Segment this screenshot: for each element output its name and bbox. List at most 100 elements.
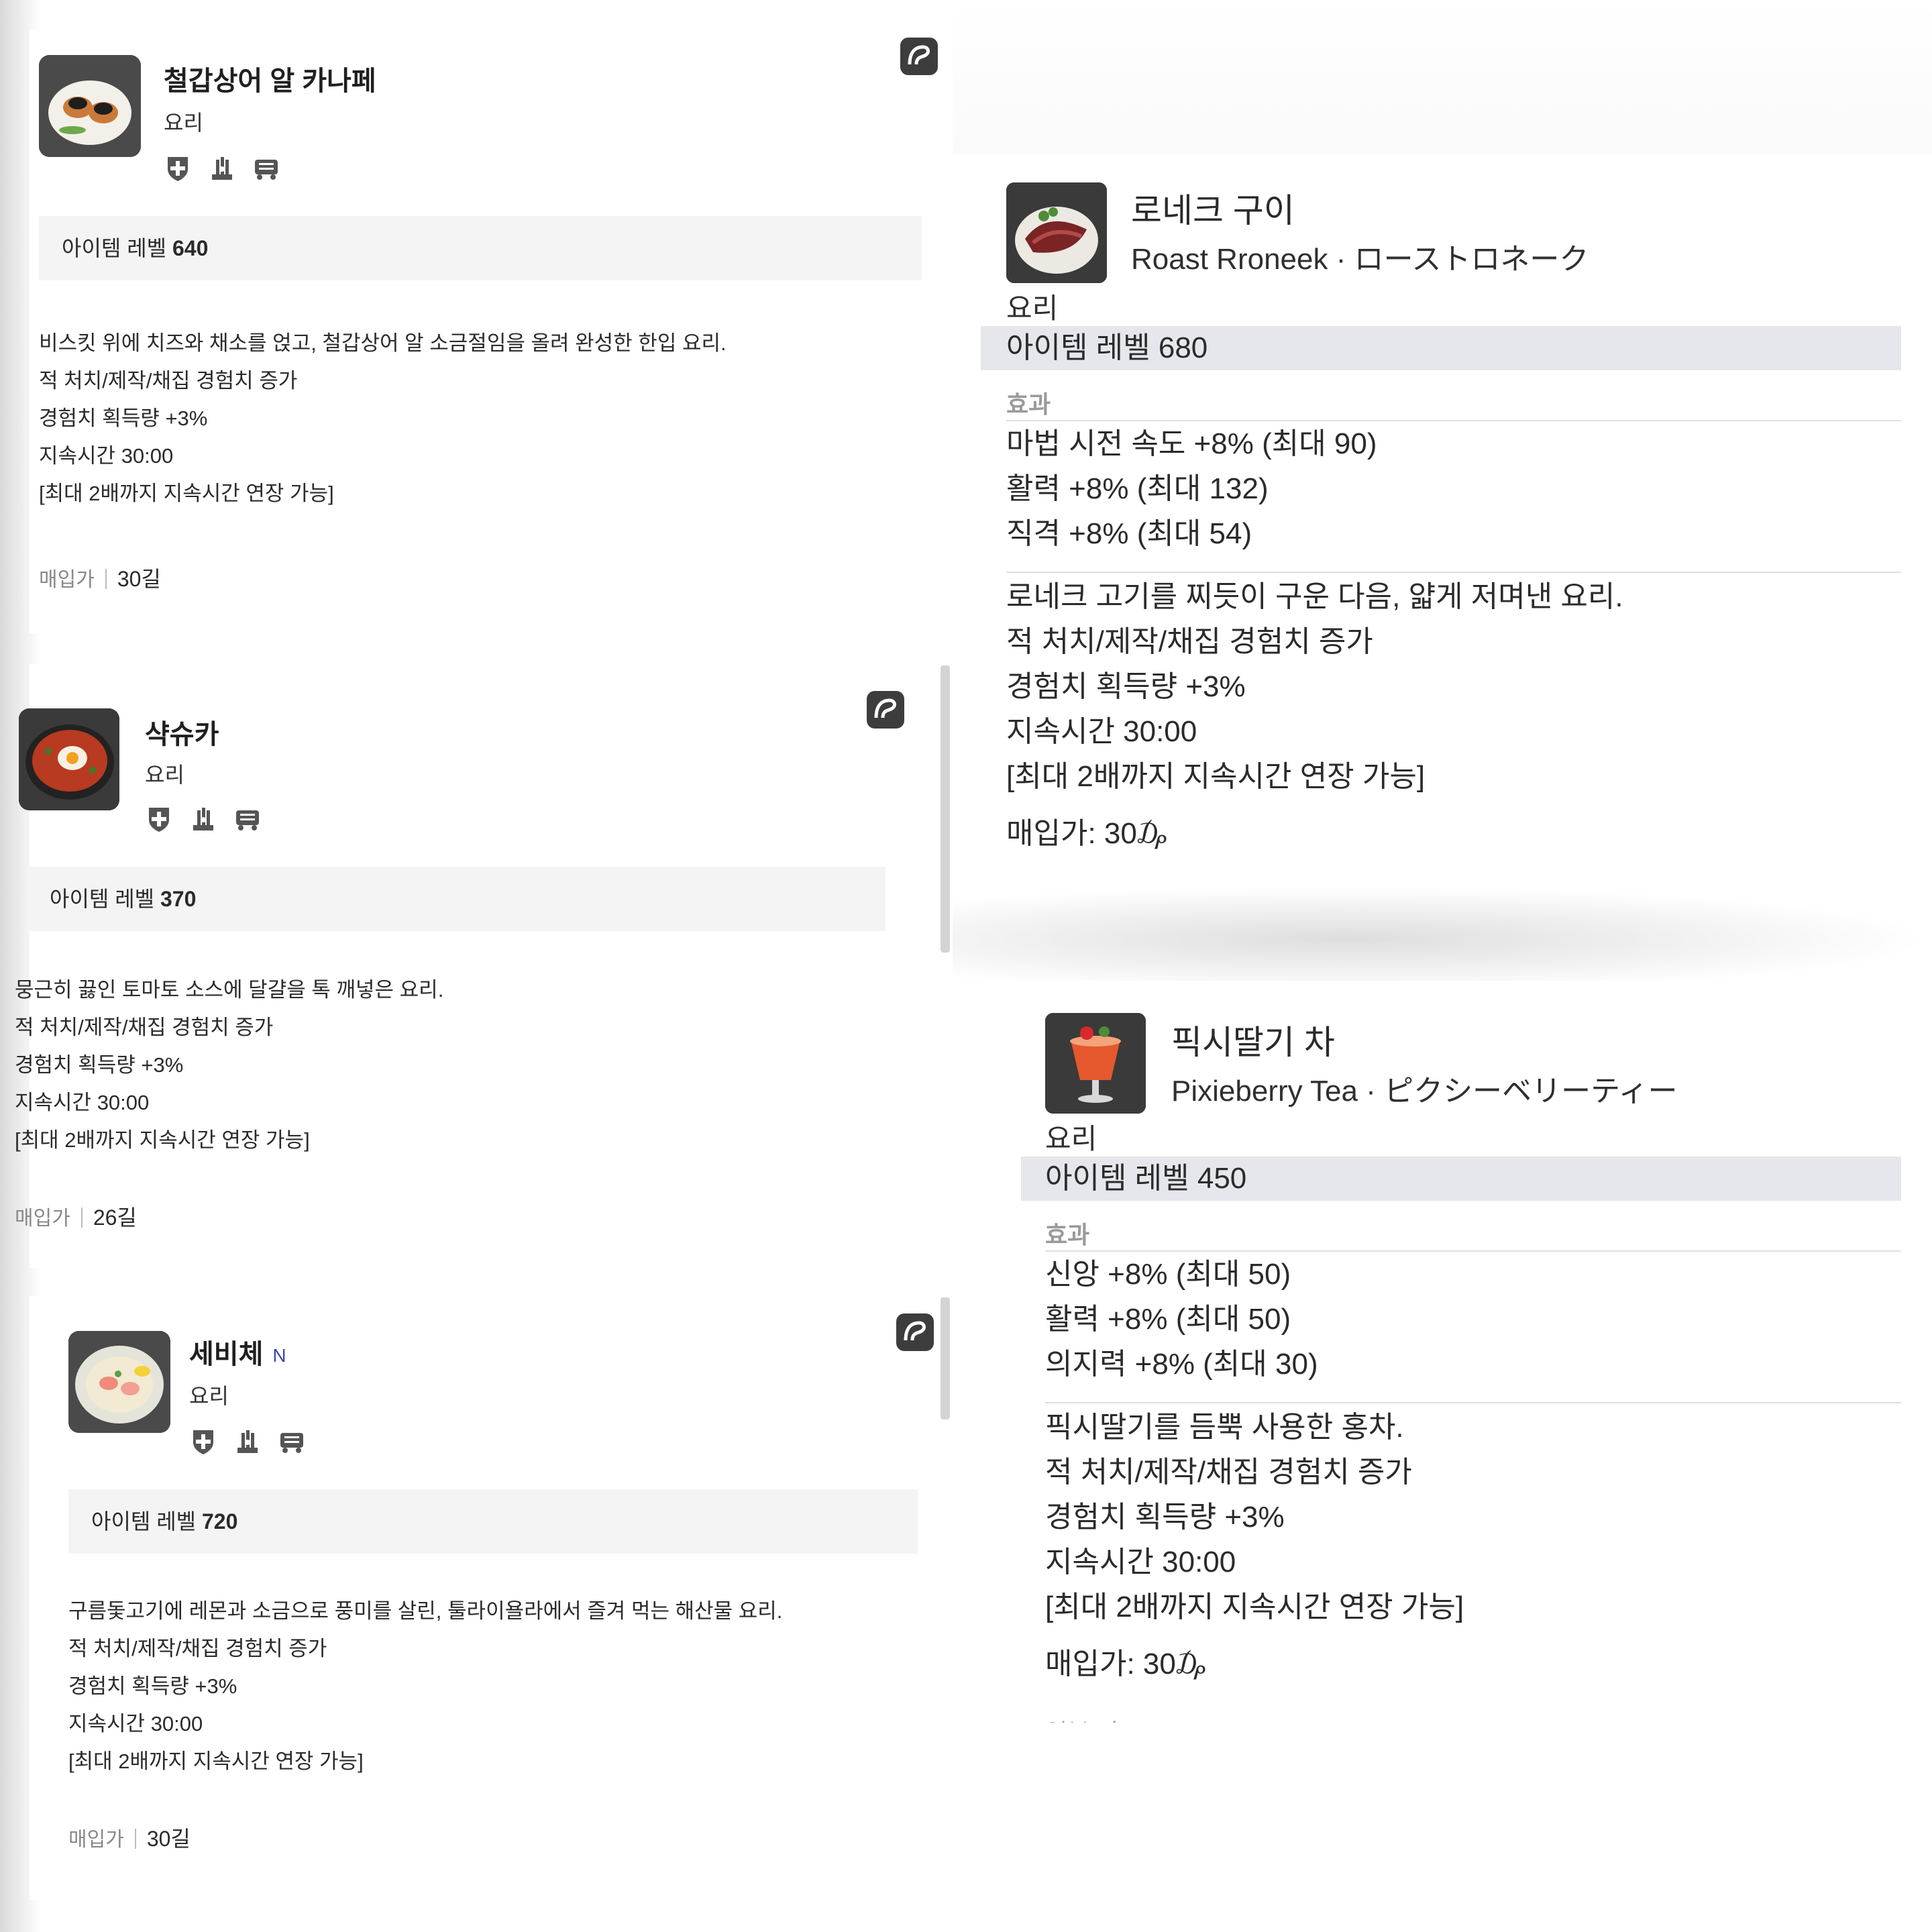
sell-price-label: 매입가 (39, 569, 95, 591)
sell-price: 매입가 30길 (68, 1822, 191, 1853)
crafter-hand-icon (233, 1428, 262, 1456)
item-thumbnail (1006, 182, 1107, 283)
effects-heading: 효과 (1045, 1221, 1090, 1248)
new-badge: N (272, 1345, 286, 1366)
description-line: [최대 2배까지 지속시간 연장 가능] (39, 482, 334, 505)
shield-plus-icon (189, 1428, 217, 1456)
item-level-value: 640 (172, 236, 209, 260)
sell-price: 매입가: 30₯ (1006, 817, 1167, 850)
job-icons (189, 1428, 306, 1456)
sell-price: 매입가 30길 (39, 562, 161, 593)
item-level: 아이템 레벨 680 (1006, 331, 1208, 364)
wiki-logo-icon[interactable] (896, 1313, 934, 1351)
item-card-shakshouka: 샥슈카 요리 아이템 레벨 370 뭉근히 끓인 토마토 소스에 달걀을 톡 깨… (15, 664, 950, 1268)
item-subtitle: Roast Rroneek · ローストロネーク (1131, 243, 1589, 276)
sell-price: 매입가 26길 (15, 1201, 137, 1232)
sell-price-value: 30길 (146, 1827, 191, 1851)
item-level-bar: 아이템 레벨 680 (981, 326, 1901, 370)
item-description: 뭉근히 끓인 토마토 소스에 달걀을 톡 깨넣은 요리. 적 처치/제작/채집 … (15, 971, 443, 1159)
description-line: 적 처치/제작/채집 경험치 증가 (15, 1016, 274, 1039)
item-level-value: 720 (201, 1509, 238, 1534)
description-line: 지속시간 30:00 (68, 1712, 203, 1735)
gatherer-cart-icon (233, 805, 262, 833)
roast-rroneek-image (1006, 182, 1107, 283)
sell-price: 매입가: 30₯ (1045, 1648, 1205, 1680)
item-thumbnail (68, 1331, 170, 1433)
description-line: [최대 2배까지 지속시간 연장 가능] (68, 1750, 364, 1773)
item-subtitle: Pixieberry Tea · ピクシーベリーティー (1171, 1075, 1678, 1108)
effect-line: 의지력 +8% (최대 30) (1045, 1348, 1318, 1381)
sell-price-value: 30길 (117, 567, 161, 591)
description-line: 구름돛고기에 레몬과 소금으로 풍미를 살린, 툴라이욜라에서 즐겨 먹는 해산… (68, 1599, 783, 1623)
item-name-text: 세비체 (189, 1340, 264, 1369)
effects-list: 마법 시전 속도 +8% (최대 90) 활력 +8% (최대 132) 직격 … (1006, 421, 1377, 556)
item-title: 픽시딸기 차 (1171, 1024, 1335, 1061)
cut-off-heading: 입부 키그 (1045, 1713, 1140, 1723)
item-thumbnail (39, 55, 141, 157)
description-line: 적 처치/제작/채집 경험치 증가 (68, 1637, 327, 1660)
shield-plus-icon (145, 805, 173, 833)
description-line: [최대 2배까지 지속시간 연장 가능] (1045, 1591, 1464, 1623)
background-shade (953, 885, 1932, 993)
gatherer-cart-icon (278, 1428, 306, 1456)
effect-line: 활력 +8% (최대 50) (1045, 1303, 1291, 1336)
item-level: 아이템 레벨 450 (1045, 1162, 1247, 1195)
gatherer-cart-icon (252, 154, 280, 182)
divider (134, 1829, 136, 1849)
background-shade (953, 0, 1932, 154)
effect-line: 신앙 +8% (최대 50) (1045, 1258, 1291, 1291)
shield-plus-icon (164, 154, 192, 182)
item-level-label: 아이템 레벨 (91, 1509, 197, 1534)
description-line: 경험치 획득량 +3% (1006, 670, 1246, 703)
effects-list: 신앙 +8% (최대 50) 활력 +8% (최대 50) 의지력 +8% (최… (1045, 1252, 1318, 1387)
scrollbar[interactable] (941, 665, 950, 953)
description-line: 적 처치/제작/채집 경험치 증가 (39, 369, 298, 392)
item-thumbnail (19, 708, 119, 810)
crafter-hand-icon (189, 805, 217, 833)
item-description: 로네크 고기를 찌듯이 구운 다음, 얇게 저며낸 요리. 적 처치/제작/채집… (1006, 574, 1623, 799)
item-card-ceviche: 세비체 N 요리 아이템 레벨 720 구름돛고기에 레몬과 소금으로 풍미를 살… (30, 1296, 950, 1900)
wiki-logo-icon[interactable] (900, 38, 938, 75)
shakshouka-image (19, 708, 119, 810)
item-level-bar: 아이템 레벨 640 (39, 216, 922, 280)
scrollbar[interactable] (941, 1297, 950, 1419)
item-category: 요리 (1045, 1123, 1097, 1155)
item-description: 픽시딸기를 듬뿍 사용한 홍차. 적 처치/제작/채집 경험치 증가 경험치 획… (1045, 1405, 1464, 1629)
divider (105, 569, 107, 589)
item-title: 로네크 구이 (1131, 192, 1295, 229)
description-line: [최대 2배까지 지속시간 연장 가능] (15, 1128, 310, 1152)
description-line: 적 처치/제작/채집 경험치 증가 (1006, 625, 1373, 658)
item-category: 요리 (145, 763, 184, 787)
sell-price-label: 매입가 (15, 1208, 70, 1230)
item-level-bar: 아이템 레벨 370 (27, 867, 885, 931)
divider (1006, 572, 1901, 573)
item-level-bar: 아이템 레벨 720 (68, 1489, 918, 1554)
effects-heading: 효과 (1006, 390, 1051, 418)
item-name: 세비체 N (189, 1332, 286, 1371)
item-description: 비스킷 위에 치즈와 채소를 얹고, 철갑상어 알 소금절임을 올려 완성한 한… (39, 325, 727, 513)
sell-price-value: 26길 (93, 1205, 137, 1230)
item-level-label: 아이템 레벨 (50, 887, 155, 911)
divider (80, 1208, 83, 1228)
description-line: 경험치 획득량 +3% (1045, 1501, 1285, 1534)
item-level-bar: 아이템 레벨 450 (1021, 1157, 1901, 1201)
description-line: 뭉근히 끓인 토마토 소스에 달걀을 톡 깨넣은 요리. (15, 978, 444, 1002)
sell-price-label: 매입가 (68, 1829, 124, 1851)
effect-line: 직격 +8% (최대 54) (1006, 517, 1252, 550)
item-name: 샥슈카 (145, 720, 219, 749)
description-line: 경험치 획득량 +3% (39, 407, 208, 430)
ceviche-image (68, 1331, 170, 1433)
job-icons (164, 154, 280, 182)
item-category: 요리 (189, 1384, 229, 1408)
description-line: 경험치 획득량 +3% (68, 1674, 237, 1698)
item-description: 구름돛고기에 레몬과 소금으로 풍미를 살린, 툴라이욜라에서 즐겨 먹는 해산… (68, 1593, 782, 1780)
wiki-logo-icon[interactable] (867, 691, 904, 729)
description-line: 적 처치/제작/채집 경험치 증가 (1045, 1456, 1412, 1489)
description-line: 픽시딸기를 듬뿍 사용한 홍차. (1045, 1411, 1404, 1444)
description-line: 지속시간 30:00 (39, 444, 174, 468)
effect-line: 마법 시전 속도 +8% (최대 90) (1006, 427, 1377, 460)
description-line: 지속시간 30:00 (1006, 715, 1197, 748)
item-category: 요리 (1006, 292, 1059, 324)
caviar-canape-image (39, 55, 141, 157)
job-icons (145, 805, 262, 833)
